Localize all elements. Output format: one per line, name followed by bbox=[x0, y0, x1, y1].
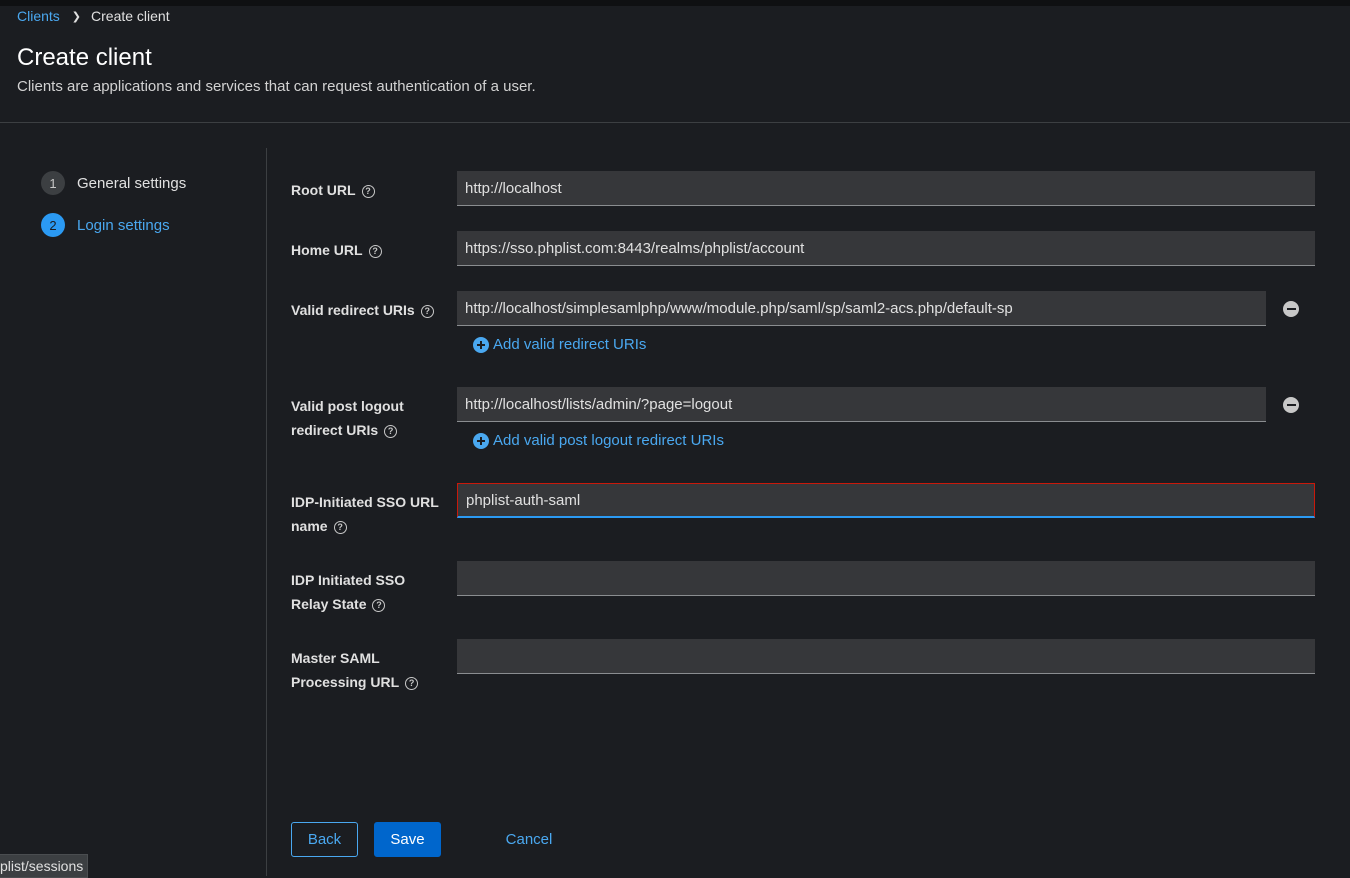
idp-relay-state-label-line2: Relay State bbox=[291, 596, 367, 612]
idp-sso-url-name-label: IDP-Initiated SSO URL name? bbox=[291, 490, 439, 538]
nav-divider bbox=[266, 148, 267, 876]
help-icon[interactable]: ? bbox=[361, 184, 375, 198]
home-url-label: Home URL? bbox=[291, 238, 382, 262]
wizard-step-login-settings[interactable]: 2 Login settings bbox=[41, 213, 186, 237]
plus-circle-icon bbox=[473, 336, 489, 353]
help-icon[interactable]: ? bbox=[405, 676, 419, 690]
add-post-logout-uri-label: Add valid post logout redirect URIs bbox=[493, 432, 724, 449]
step-label: General settings bbox=[77, 174, 187, 192]
breadcrumb-clients-link[interactable]: Clients bbox=[17, 8, 60, 24]
valid-redirect-uris-label: Valid redirect URIs? bbox=[291, 298, 434, 322]
idp-sso-url-name-label-line1: IDP-Initiated SSO URL bbox=[291, 494, 439, 510]
remove-post-logout-uri-button[interactable] bbox=[1283, 397, 1299, 413]
page-title: Create client bbox=[17, 44, 152, 71]
wizard-nav: 1 General settings 2 Login settings bbox=[41, 171, 186, 255]
root-url-label-text: Root URL bbox=[291, 182, 356, 198]
valid-post-logout-label-line1: Valid post logout bbox=[291, 398, 404, 414]
step-number-badge: 1 bbox=[41, 171, 65, 195]
help-icon[interactable]: ? bbox=[333, 520, 347, 534]
cancel-button[interactable]: Cancel bbox=[495, 822, 563, 857]
root-url-label: Root URL? bbox=[291, 178, 375, 202]
help-icon[interactable]: ? bbox=[420, 304, 434, 318]
master-saml-url-label-line1: Master SAML bbox=[291, 650, 380, 666]
save-button[interactable]: Save bbox=[374, 822, 441, 857]
idp-relay-state-label: IDP Initiated SSO Relay State? bbox=[291, 568, 405, 616]
help-icon[interactable]: ? bbox=[372, 598, 386, 612]
page-subtitle: Clients are applications and services th… bbox=[17, 78, 536, 95]
wizard-step-general-settings[interactable]: 1 General settings bbox=[41, 171, 186, 195]
valid-post-logout-label-line2: redirect URIs bbox=[291, 422, 379, 438]
valid-redirect-uris-label-text: Valid redirect URIs bbox=[291, 302, 415, 318]
step-label: Login settings bbox=[77, 216, 170, 234]
idp-relay-state-input[interactable] bbox=[457, 561, 1315, 596]
plus-circle-icon bbox=[473, 432, 489, 449]
header-divider bbox=[0, 122, 1350, 123]
valid-post-logout-uri-input[interactable] bbox=[457, 387, 1266, 422]
remove-valid-redirect-uri-button[interactable] bbox=[1283, 301, 1299, 317]
step-number-badge: 2 bbox=[41, 213, 65, 237]
idp-sso-url-name-input[interactable] bbox=[457, 483, 1315, 518]
help-icon[interactable]: ? bbox=[384, 424, 398, 438]
home-url-label-text: Home URL bbox=[291, 242, 363, 258]
add-valid-redirect-uri-button[interactable]: Add valid redirect URIs bbox=[473, 336, 646, 353]
top-bar bbox=[0, 0, 1350, 6]
valid-redirect-uri-input[interactable] bbox=[457, 291, 1266, 326]
home-url-input[interactable] bbox=[457, 231, 1315, 266]
master-saml-url-input[interactable] bbox=[457, 639, 1315, 674]
breadcrumb: Clients ❯ Create client bbox=[17, 8, 170, 24]
idp-sso-url-name-label-line2: name bbox=[291, 518, 328, 534]
add-valid-redirect-uri-label: Add valid redirect URIs bbox=[493, 336, 647, 353]
add-post-logout-uri-button[interactable]: Add valid post logout redirect URIs bbox=[473, 432, 724, 449]
master-saml-url-label: Master SAML Processing URL? bbox=[291, 646, 419, 694]
breadcrumb-current: Create client bbox=[91, 8, 170, 24]
help-icon[interactable]: ? bbox=[368, 244, 382, 258]
idp-relay-state-label-line1: IDP Initiated SSO bbox=[291, 572, 406, 588]
minus-circle-icon bbox=[1286, 308, 1296, 310]
minus-circle-icon bbox=[1286, 404, 1296, 406]
status-bar-url: plist/sessions bbox=[0, 854, 89, 878]
master-saml-url-label-line2: Processing URL bbox=[291, 674, 400, 690]
root-url-input[interactable] bbox=[457, 171, 1315, 206]
valid-post-logout-label: Valid post logout redirect URIs? bbox=[291, 394, 404, 442]
chevron-right-icon: ❯ bbox=[71, 10, 82, 23]
back-button[interactable]: Back bbox=[291, 822, 358, 857]
